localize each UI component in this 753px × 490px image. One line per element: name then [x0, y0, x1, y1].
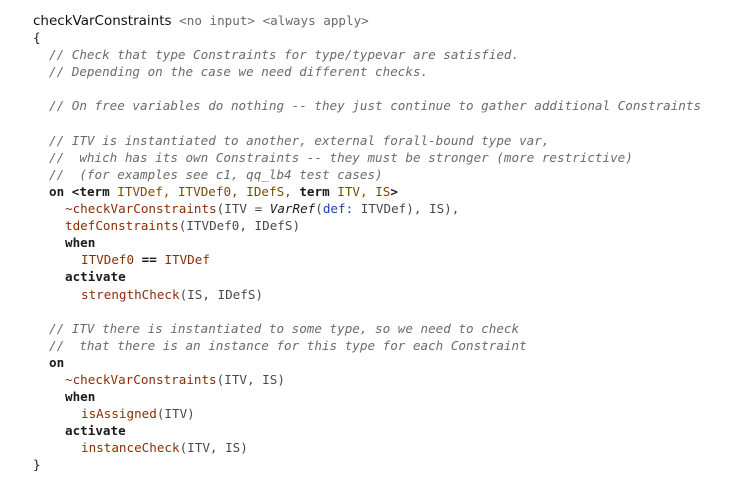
pattern-var-itv[interactable]: ITV,: [337, 184, 367, 199]
comment-line[interactable]: // Check that type Constraints for type/…: [33, 46, 749, 63]
term-keyword[interactable]: term: [79, 184, 109, 199]
function-call-check-var-constraints[interactable]: ~checkVarConstraints: [65, 201, 217, 216]
pattern-var-itvdef0[interactable]: ITVDef0,: [178, 184, 239, 199]
call-args: (ITV, IS): [216, 371, 285, 387]
call-args: ITVDef), IS),: [353, 201, 460, 217]
call-args: (ITV =: [216, 201, 270, 217]
comment-line[interactable]: // On free variables do nothing -- they …: [33, 97, 749, 114]
equals-operator: ==: [141, 252, 157, 268]
activate-keyword[interactable]: activate: [65, 423, 126, 438]
clause2-guard-line: isAssigned(ITV): [33, 405, 749, 422]
call-args: (ITV): [156, 406, 195, 422]
close-brace: }: [33, 457, 41, 473]
clause2-on-line: on: [33, 354, 749, 371]
call-args: (IS, IDefS): [179, 286, 263, 302]
clause1-head2-line: tdefConstraints(ITVDef0, IDefS): [33, 217, 749, 234]
annotation-no-input[interactable]: <no input>: [179, 13, 255, 28]
on-keyword[interactable]: on: [49, 355, 64, 370]
clause1-head-line: ~checkVarConstraints(ITV = VarRef(def: I…: [33, 200, 749, 217]
clause2-activate-line: activate: [33, 422, 749, 439]
guard-left-var[interactable]: ITVDef0: [81, 252, 134, 267]
annotation-always-apply[interactable]: <always apply>: [263, 13, 369, 28]
function-call-check-var-constraints[interactable]: ~checkVarConstraints: [65, 372, 217, 387]
term-keyword[interactable]: term: [299, 184, 329, 199]
comment-line[interactable]: // which has its own Constraints -- they…: [33, 149, 749, 166]
call-args: (ITVDef0, IDefS): [178, 218, 301, 234]
clause2-body-line: instanceCheck(ITV, IS): [33, 439, 749, 456]
rule-name[interactable]: checkVarConstraints: [33, 13, 172, 29]
call-paren: (: [315, 201, 323, 217]
pattern-var-itvdef[interactable]: ITVDef,: [117, 184, 170, 199]
when-keyword[interactable]: when: [65, 389, 95, 404]
comment-line[interactable]: // ITV there is instantiated to some typ…: [33, 320, 749, 337]
clause1-activate-line: activate: [33, 268, 749, 285]
rule-editor: checkVarConstraints <no input> <always a…: [33, 12, 749, 474]
comment-line[interactable]: // ITV is instantiated to another, exter…: [33, 132, 749, 149]
function-call-strength-check[interactable]: strengthCheck: [81, 287, 180, 302]
clause1-guard-line: ITVDef0 == ITVDef: [33, 251, 749, 268]
when-keyword[interactable]: when: [65, 235, 95, 250]
pattern-close: >: [390, 183, 398, 199]
activate-keyword[interactable]: activate: [65, 269, 126, 284]
clause1-body-line: strengthCheck(IS, IDefS): [33, 286, 749, 303]
on-keyword[interactable]: on: [49, 184, 64, 199]
clause1-on-line: on <term ITVDef, ITVDef0, IDefS, term IT…: [33, 183, 749, 200]
function-call-instance-check[interactable]: instanceCheck: [81, 440, 180, 455]
clause1-when-line: when: [33, 234, 749, 251]
function-call-is-assigned[interactable]: isAssigned: [81, 406, 157, 421]
open-brace: {: [33, 30, 41, 46]
function-call-tdef-constraints[interactable]: tdefConstraints: [65, 218, 179, 233]
pattern-var-is[interactable]: IS: [375, 184, 390, 199]
varref-constructor[interactable]: VarRef: [270, 201, 316, 216]
rule-header: checkVarConstraints <no input> <always a…: [33, 12, 749, 29]
call-args: (ITV, IS): [179, 440, 248, 456]
comment-line[interactable]: // (for examples see c1, qq_lb4 test cas…: [33, 166, 749, 183]
clause2-head-line: ~checkVarConstraints(ITV, IS): [33, 371, 749, 388]
pattern-var-idefs[interactable]: IDefS,: [246, 184, 292, 199]
clause2-when-line: when: [33, 388, 749, 405]
comment-line[interactable]: // Depending on the case we need differe…: [33, 63, 749, 80]
comment-line[interactable]: // that there is an instance for this ty…: [33, 337, 749, 354]
guard-right-var[interactable]: ITVDef: [164, 252, 210, 267]
field-def[interactable]: def:: [323, 201, 353, 216]
